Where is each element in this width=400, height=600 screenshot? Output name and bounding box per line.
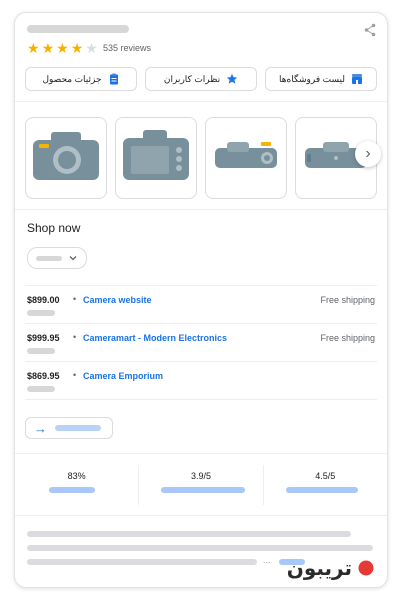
filter-dropdown[interactable] [27,247,87,269]
clipboard-icon [108,73,120,85]
offer-store-link[interactable]: Cameramart - Modern Electronics [83,333,227,343]
share-icon[interactable] [363,23,377,37]
stats-row: 83% 3.9/5 4.5/5 [15,465,387,505]
divider [15,515,387,516]
product-details-button[interactable]: جزئیات محصول [25,67,137,91]
separator-dot: • [73,294,77,304]
offer-price: $899.00 [27,295,60,305]
user-reviews-label: نظرات کاربران [163,73,221,84]
divider [15,209,387,210]
chevron-right-icon: › [365,145,371,162]
text-placeholder [27,559,257,565]
camera-back-icon [121,128,191,189]
review-star-icon [226,73,238,85]
offer-store-link[interactable]: Camera website [83,295,152,305]
stat-value: 4.5/5 [315,471,336,481]
product-title-placeholder [27,25,129,33]
stat-item: 4.5/5 [264,465,387,505]
store-list-label: لیست فروشگاه‌ها [279,73,345,84]
reviews-count[interactable]: 535 reviews [103,43,151,53]
camera-front-icon [31,128,101,189]
offer-shipping: Free shipping [320,333,375,343]
chevron-down-icon [69,256,77,261]
offer-row[interactable]: $869.95 • Camera Emporium [25,361,377,400]
store-icon [351,73,363,85]
stat-value: 83% [67,471,86,481]
more-offers-button[interactable]: → [25,417,113,439]
tribune-watermark: تریبون [287,556,374,580]
shop-now-heading: Shop now [27,221,81,235]
star-filled-icon: ★ [56,40,69,56]
separator-dot: • [73,370,77,380]
offer-shipping: Free shipping [320,295,375,305]
star-filled-icon: ★ [70,40,84,56]
image-gallery [25,117,377,203]
stat-item: 83% [15,465,140,505]
gallery-thumb[interactable] [115,117,197,199]
dropdown-value-placeholder [36,255,62,261]
divider [15,453,387,454]
user-reviews-button[interactable]: نظرات کاربران [145,67,257,91]
stat-label-placeholder [161,487,246,493]
offer-detail-placeholder [27,310,55,316]
stat-label-placeholder [285,487,358,493]
star-filled-icon: ★ [41,40,55,56]
divider [25,399,377,400]
arrow-right-icon: → [34,420,47,436]
separator-dot: • [73,332,77,342]
store-list-button[interactable]: لیست فروشگاه‌ها [265,67,377,91]
camera-top-icon [211,136,281,181]
stat-value: 3.9/5 [190,471,211,481]
stat-label-placeholder [49,487,95,493]
stat-item: 3.9/5 [139,465,264,505]
brand-text: تریبون [286,556,353,580]
brand-logo-icon [358,560,374,576]
offer-price: $869.95 [27,371,60,381]
divider [15,101,387,102]
ellipsis: ... [263,555,271,565]
gallery-next-button[interactable]: › [355,141,381,167]
offer-detail-placeholder [27,386,55,392]
text-placeholder [27,531,351,537]
offer-row[interactable]: $899.00 • Camera website Free shipping [25,285,377,324]
rating-stars: ★ ★ ★ ★ ★ [27,41,98,55]
more-offers-label-placeholder [55,425,101,431]
offer-store-link[interactable]: Camera Emporium [83,371,163,381]
text-placeholder [27,545,373,551]
star-empty-icon: ★ [85,40,98,56]
offer-detail-placeholder [27,348,55,354]
star-filled-icon: ★ [27,40,40,56]
offer-price: $999.95 [27,333,60,343]
product-details-label: جزئیات محصول [42,73,102,84]
gallery-thumb[interactable] [25,117,107,199]
action-chips: لیست فروشگاه‌ها نظرات کاربران جزئیات محص… [25,67,377,91]
gallery-thumb[interactable] [205,117,287,199]
product-card: ★ ★ ★ ★ ★ 535 reviews لیست فروشگاه‌ها نظ… [14,12,388,588]
offer-row[interactable]: $999.95 • Cameramart - Modern Electronic… [25,323,377,362]
